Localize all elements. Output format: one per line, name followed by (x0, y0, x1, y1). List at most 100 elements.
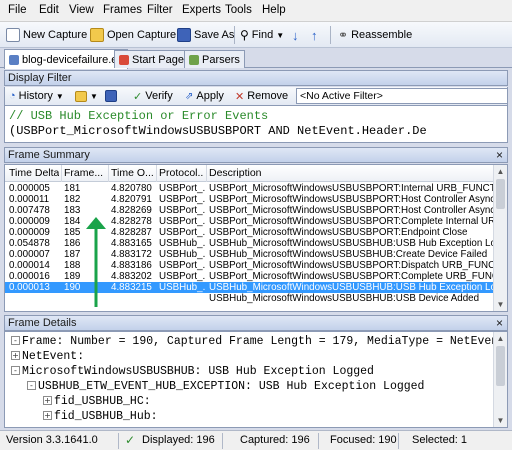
save-as-button[interactable]: Save As (177, 26, 234, 44)
cell-description: USBPort_MicrosoftWindowsUSBUSBPORT:Host … (209, 194, 493, 205)
cell-time-offset: 4.883186 (111, 260, 152, 271)
find-label: Find (251, 29, 274, 41)
menu-edit[interactable]: Edit (39, 4, 59, 16)
find-button[interactable]: ⚲ Find ▼ (240, 26, 284, 44)
menu-file[interactable]: File (8, 4, 27, 16)
scroll-down-icon[interactable]: ▼ (494, 298, 507, 311)
scroll-down-icon[interactable]: ▼ (494, 414, 507, 427)
column-divider[interactable] (108, 165, 109, 182)
tab-parsers[interactable]: Parsers (184, 50, 245, 68)
column-header-time-offset[interactable]: Time O... (111, 167, 154, 179)
tree-node-netevent[interactable]: + NetEvent: (11, 349, 84, 364)
table-row[interactable]: 0.007478 183 4.828269 USBPort_... USBPort_Mi… (5, 205, 495, 216)
new-capture-button[interactable]: New Capture (6, 26, 87, 44)
tree-node-frame[interactable]: - Frame: Number = 190, Captured Frame Len… (11, 334, 505, 349)
frame-details-tree: - Frame: Number = 190, Captured Frame Len… (4, 331, 508, 428)
tree-node-fid-hub[interactable]: + fid_USBHUB_Hub: (43, 409, 158, 424)
cell-time-delta: 0.000013 (9, 282, 50, 293)
expand-icon[interactable]: + (43, 396, 52, 405)
close-icon[interactable]: × (496, 316, 503, 330)
displayed-count: Displayed: 196 (142, 434, 215, 446)
column-header-time-delta[interactable]: Time Delta (9, 167, 59, 179)
remove-button[interactable]: ✕ Remove (235, 88, 288, 104)
reassemble-button[interactable]: ⚭ Reassemble (338, 26, 412, 44)
tree-node-hub-exception[interactable]: - USBHUB_ETW_EVENT_HUB_EXCEPTION: USB Hub… (27, 379, 424, 394)
table-row-selected[interactable]: 0.0000131904.883215USBHub_...USBHub_Micr… (5, 282, 495, 293)
tree-node-usbhub-provider[interactable]: - MicrosoftWindowsUSBUSBHUB: USB Hub Exce… (11, 364, 374, 379)
menu-tools[interactable]: Tools (225, 4, 252, 16)
expand-icon[interactable]: + (43, 411, 52, 420)
checkmark-icon: ✓ (133, 90, 143, 103)
cell-time-offset: 4.883202 (111, 271, 152, 282)
up-arrow-annotation (86, 217, 106, 307)
cell-time-offset: 4.820791 (111, 194, 152, 205)
selected-count: Selected: 1 (412, 434, 468, 446)
collapse-icon[interactable]: - (11, 336, 20, 345)
menu-filter[interactable]: Filter (147, 4, 173, 16)
cell-time-delta: 0.000009 (9, 216, 50, 227)
column-divider[interactable] (156, 165, 157, 182)
chevron-down-icon: ▼ (276, 30, 285, 40)
chevron-down-icon: ▼ (90, 91, 98, 101)
table-row[interactable]: 0.0000091844.828278USBPort_...USBPort_Mi… (5, 216, 495, 227)
scroll-up-icon[interactable]: ▲ (494, 165, 507, 178)
table-row[interactable]: 0.000011 182 4.820791 USBPort_... USBPort_Mi… (5, 194, 495, 205)
tree-node-fid-hc[interactable]: + fid_USBHUB_HC: (43, 394, 151, 409)
apply-button[interactable]: ⇗ Apply (185, 88, 224, 104)
column-header-description[interactable]: Description (209, 167, 329, 179)
status-separator (318, 433, 319, 449)
save-icon (105, 90, 117, 102)
open-capture-label: Open Capture (107, 29, 177, 41)
load-filter-button[interactable]: ▼ (75, 88, 98, 104)
tab-capture-file[interactable]: blog-devicefailure.etl (4, 49, 128, 69)
new-capture-icon (6, 28, 20, 42)
binoculars-icon: ⚲ (240, 28, 249, 42)
column-divider[interactable] (206, 165, 207, 182)
collapse-icon[interactable]: - (27, 381, 36, 390)
save-filter-button[interactable] (105, 88, 117, 104)
display-filter-toolbar: ◔ History ▼ ▼ ✓ Verify ⇗ Apply ✕ Remove … (4, 87, 508, 105)
frame-summary-header: Frame Summary × (4, 147, 508, 163)
history-button[interactable]: ◔ History ▼ (9, 88, 64, 104)
cell-description: USBPort_MicrosoftWindowsUSBUSBPORT:Host … (209, 205, 493, 216)
parsers-icon (189, 54, 199, 65)
tree-node-label: Frame: Number = 190, Captured Frame Leng… (22, 335, 506, 348)
column-divider[interactable] (61, 165, 62, 182)
frame-details-scrollbar[interactable]: ▲ ▼ (493, 332, 507, 427)
verify-button[interactable]: ✓ Verify (133, 88, 173, 104)
scroll-thumb[interactable] (496, 346, 505, 386)
menu-help[interactable]: Help (262, 4, 286, 16)
filter-text-editor[interactable]: // USB Hub Exception or Error Events (USB… (4, 105, 508, 143)
cell-time-delta: 0.000016 (9, 271, 50, 282)
table-row[interactable]: 0.0000071874.883172USBHub_...USBHub_Micr… (5, 249, 495, 260)
tab-start-page[interactable]: Start Page (114, 50, 189, 68)
table-row[interactable]: 0.0000161894.883202USBPort_...USBPort_Mi… (5, 271, 495, 282)
find-previous-up-button[interactable]: ↑ (311, 26, 318, 44)
open-capture-button[interactable]: Open Capture (90, 26, 176, 44)
column-header-protocol[interactable]: Protocol... (159, 167, 204, 179)
table-row[interactable]: 0.0000141884.883186USBPort_...USBPort_Mi… (5, 260, 495, 271)
scroll-up-icon[interactable]: ▲ (494, 332, 507, 345)
table-row[interactable]: 0.0548781864.883165USBHub_...USBHub_Micr… (5, 238, 495, 249)
table-row[interactable]: USBHub_MicrosoftWindowsUSBUSBHUB:USB Dev… (5, 293, 495, 304)
find-next-down-button[interactable]: ↓ (292, 26, 299, 44)
expand-icon[interactable]: + (11, 351, 20, 360)
status-separator (118, 433, 119, 449)
active-filter-field[interactable]: <No Active Filter> (296, 88, 508, 104)
table-row[interactable]: 0.0000091854.828287USBPort_...USBPort_Mi… (5, 227, 495, 238)
menu-experts[interactable]: Experts (182, 4, 221, 16)
scroll-thumb[interactable] (496, 179, 505, 209)
menu-view[interactable]: View (69, 4, 94, 16)
frame-summary-scrollbar[interactable]: ▲ ▼ (493, 165, 507, 311)
new-capture-label: New Capture (23, 29, 88, 41)
apply-label: Apply (196, 90, 224, 102)
arrow-up-icon: ↑ (311, 27, 318, 43)
menu-frames[interactable]: Frames (103, 4, 142, 16)
reassemble-label: Reassemble (351, 29, 413, 41)
toolbar-separator (330, 26, 331, 44)
collapse-icon[interactable]: - (11, 366, 20, 375)
close-icon[interactable]: × (496, 148, 503, 162)
cell-description: USBPort_MicrosoftWindowsUSBUSBPORT:Endpo… (209, 227, 468, 238)
table-row[interactable]: 0.000005 181 4.820780 USBPort_... USBPort_Mi… (5, 183, 495, 194)
column-header-frame-number[interactable]: Frame... (64, 167, 107, 179)
